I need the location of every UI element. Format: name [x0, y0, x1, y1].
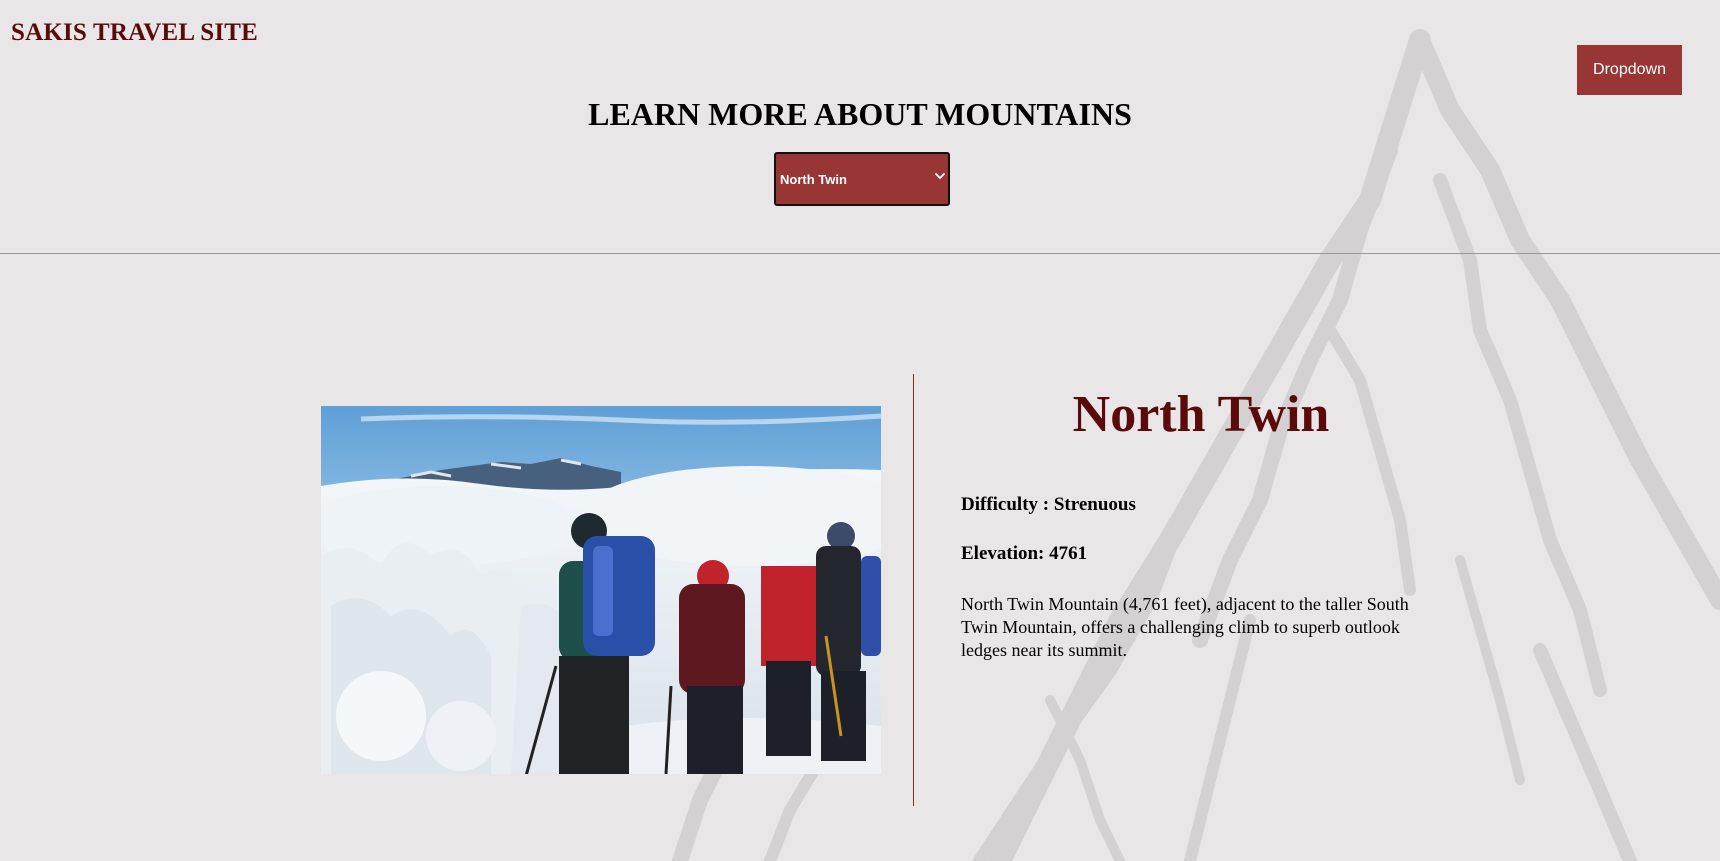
- site-title: SAKIS TRAVEL SITE: [11, 19, 259, 46]
- content-divider: [913, 374, 914, 806]
- elevation-text: Elevation: 4761: [961, 543, 1088, 564]
- mountain-photo: [321, 406, 881, 774]
- mountain-select[interactable]: North Twin: [774, 152, 950, 206]
- mountain-select-wrapper: North Twin: [774, 152, 950, 206]
- header-divider: [0, 253, 1720, 254]
- page-heading: LEARN MORE ABOUT MOUNTAINS: [588, 96, 1132, 132]
- dropdown-button[interactable]: Dropdown: [1577, 45, 1682, 95]
- difficulty-text: Difficulty : Strenuous: [961, 494, 1136, 515]
- mountain-name: North Twin: [1072, 386, 1330, 443]
- mountain-description: North Twin Mountain (4,761 feet), adjace…: [961, 594, 1409, 660]
